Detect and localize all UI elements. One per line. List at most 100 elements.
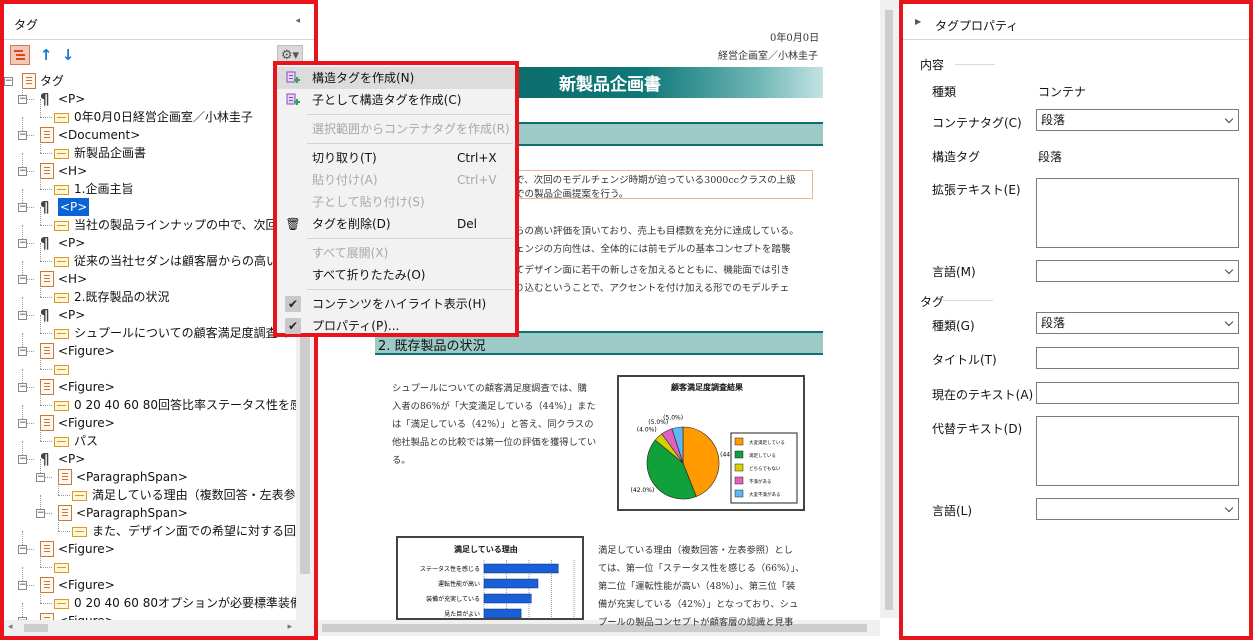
lang-select[interactable] [1036,498,1239,520]
tree-node-label[interactable]: <Figure> [58,378,115,396]
tree-node-label[interactable]: <ParagraphSpan> [76,504,188,522]
menu-item[interactable]: 🗑 タグを削除(D) Del [277,213,515,235]
menu-item[interactable]: ✔ プロパティ(P)... [277,315,515,337]
tree-node-label[interactable]: 2.既存製品の状況 [74,288,169,306]
collapse-node-icon[interactable]: − [36,473,45,482]
tree-node-label[interactable]: <P> [58,198,90,216]
tree-row[interactable]: 新製品企画書 [4,135,296,162]
triangle-left-icon[interactable]: ◂ [295,16,300,26]
menu-item[interactable]: ✔ コンテンツをハイライト表示(H) [277,293,515,315]
collapse-node-icon[interactable]: − [4,77,13,86]
tree-row[interactable]: 0 20 40 60 80オプションが必要標準装備 [4,585,296,612]
tree-node-label[interactable]: <Figure> [58,576,115,594]
collapse-node-icon[interactable]: − [18,239,27,248]
tree-node-label[interactable]: 満足している理由（複数回答・左表参 [92,486,296,504]
tree-node-label[interactable]: <P> [58,306,85,324]
tree-row[interactable]: 1.企画主旨 [4,171,296,198]
current-text-field[interactable] [1036,382,1239,404]
tree-row[interactable]: 2.既存製品の状況 [4,279,296,306]
tree-row[interactable]: また、デザイン面での希望に対する回答 [4,513,296,540]
tree-row[interactable]: − <Document> [4,117,296,144]
tree-row[interactable]: パス [4,423,296,450]
triangle-right-icon[interactable]: ▶ [915,17,921,26]
tree-row[interactable] [4,351,296,378]
title-field[interactable] [1036,347,1239,369]
tree-node-label[interactable]: <Figure> [58,342,115,360]
scrollbar-thumb[interactable] [885,10,893,610]
tree-node-label[interactable]: 0年0月0日経営企画室／小林圭子 [74,108,253,126]
tree-row[interactable]: − <ParagraphSpan> [4,459,296,486]
tree-node-label[interactable]: タグ [40,72,64,90]
tree-node-label[interactable]: <H> [58,162,87,180]
collapse-node-icon[interactable]: − [18,131,27,140]
alt-text-field[interactable] [1036,416,1239,486]
tree-row[interactable]: − <H> [4,261,296,288]
lang-select[interactable] [1036,260,1239,282]
collapse-node-icon[interactable]: − [18,311,27,320]
tree-row[interactable]: − <Figure> [4,333,296,360]
tree-row[interactable]: − ¶ <P> [4,441,296,468]
menu-item[interactable]: 貼り付け(A) Ctrl+V [277,169,515,191]
tree-row[interactable]: 当社の製品ラインナップの中で、次回の [4,207,296,234]
tree-node-label[interactable]: 0 20 40 60 80オプションが必要標準装備 [74,594,296,612]
menu-item[interactable]: すべて展開(X) [277,242,515,264]
tree-row[interactable]: 満足している理由（複数回答・左表参 [4,477,296,504]
tree-row[interactable]: −<Figure> [4,603,296,620]
menu-item[interactable]: すべて折りたたみ(O) [277,264,515,286]
tree-node-label[interactable]: <P> [58,450,85,468]
collapse-node-icon[interactable]: − [18,167,27,176]
collapse-node-icon[interactable]: − [18,455,27,464]
tree-node-label[interactable]: 1.企画主旨 [74,180,133,198]
tag-icon[interactable] [10,45,30,65]
tree-node-label[interactable]: パス [74,432,98,450]
menu-item[interactable]: 子として構造タグを作成(C) [277,89,515,111]
tree-row[interactable]: 0 20 40 60 80回答比率ステータス性を感 [4,387,296,414]
tree-row[interactable]: − ¶ <P> [4,189,296,216]
arrow-down-icon[interactable]: ↓ [58,45,78,65]
container-tag-select[interactable]: 段落 [1036,109,1239,131]
collapse-node-icon[interactable]: − [18,383,27,392]
ext-text-field[interactable] [1036,178,1239,248]
tree-node-label[interactable]: 当社の製品ラインナップの中で、次回の [74,216,290,234]
collapse-node-icon[interactable]: − [18,581,27,590]
scrollbar-thumb[interactable] [24,624,48,632]
tree-node-label[interactable]: <Figure> [58,414,115,432]
collapse-node-icon[interactable]: − [18,95,27,104]
arrow-up-icon[interactable]: ↑ [36,45,56,65]
tree-node-label[interactable]: <Figure> [58,612,115,620]
menu-item[interactable]: 選択範囲からコンテナタグを作成(R) [277,118,515,140]
tree-row[interactable]: − <H> [4,153,296,180]
tree-row[interactable]: − ¶ <P> [4,225,296,252]
tree-node-label[interactable]: <ParagraphSpan> [76,468,188,486]
collapse-node-icon[interactable]: − [18,419,27,428]
tree-row[interactable]: − <Figure> [4,567,296,594]
tree-row[interactable]: − タグ [4,72,296,90]
tree-row[interactable]: − ¶ <P> [4,297,296,324]
tree-node-label[interactable]: <P> [58,234,85,252]
tree-row[interactable]: − <Figure> [4,369,296,396]
collapse-node-icon[interactable]: − [36,509,45,518]
tree-node-label[interactable]: 0 20 40 60 80回答比率ステータス性を感 [74,396,296,414]
collapse-node-icon[interactable]: − [18,545,27,554]
menu-item[interactable]: 切り取り(T) Ctrl+X [277,147,515,169]
tree-row[interactable]: シュプールについての顧客満足度調査で [4,315,296,342]
tree-horizontal-scrollbar[interactable]: ◂ ▸ [4,620,314,636]
type-select[interactable]: 段落 [1036,312,1239,334]
menu-item[interactable]: 構造タグを作成(N) [277,67,515,89]
collapse-node-icon[interactable]: − [18,275,27,284]
tree-row[interactable]: − ¶ <P> [4,81,296,108]
tree-row[interactable]: − <ParagraphSpan> [4,495,296,522]
collapse-node-icon[interactable]: − [18,203,27,212]
tree-node-label[interactable]: <P> [58,90,85,108]
tree-row[interactable] [4,549,296,576]
collapse-node-icon[interactable]: − [18,347,27,356]
scroll-right-icon[interactable]: ▸ [287,622,292,632]
menu-item[interactable]: 子として貼り付け(S) [277,191,515,213]
tree-row[interactable]: 従来の当社セダンは顧客層からの高い [4,243,296,270]
tree-node-label[interactable]: <Figure> [58,540,115,558]
tree-row[interactable]: 0年0月0日経営企画室／小林圭子 [4,99,296,126]
tree-node-label[interactable]: <Document> [58,126,140,144]
document-vertical-scrollbar[interactable] [880,0,898,618]
tree-row[interactable]: − <Figure> [4,405,296,432]
tree-row[interactable]: − <Figure> [4,531,296,558]
